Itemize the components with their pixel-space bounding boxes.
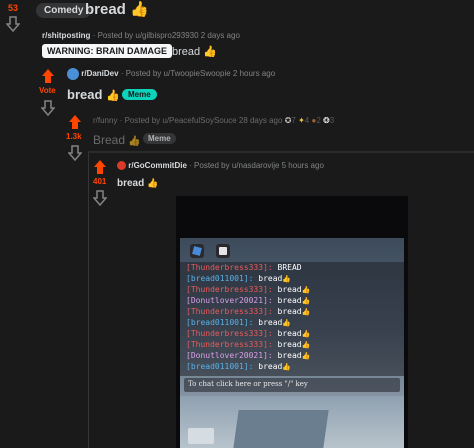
downvote-arrow-icon[interactable]: [67, 145, 83, 166]
chat-text: bread: [258, 318, 283, 327]
chat-toggle-button[interactable]: [216, 244, 230, 258]
chat-username: [Thunderbress333]:: [186, 285, 273, 294]
thumbs-up-icon: 👍: [128, 136, 141, 147]
chat-message: [Thunderbress333]: bread👍: [186, 285, 311, 294]
chat-text: bread: [277, 340, 302, 349]
post5-title-text: bread: [117, 178, 145, 189]
post3-title[interactable]: bread 👍: [67, 87, 120, 102]
chat-username: [Thunderbress333]:: [186, 263, 273, 272]
post1-title-text: bread: [85, 1, 126, 18]
post5-subreddit[interactable]: r/GoCommitDie: [128, 161, 187, 170]
post5-meta-text: · Posted by u/nasdarovije 5 hours ago: [189, 161, 324, 170]
chat-message: [Thunderbress333]: bread👍: [186, 329, 311, 338]
chat-message: [bread011001]: bread👍: [186, 318, 292, 327]
post5-score: 401: [93, 177, 107, 186]
chat-text: bread: [277, 296, 302, 305]
thumbs-up-icon: 👍: [203, 46, 217, 58]
post4-title-text: Bread: [93, 133, 126, 147]
post4-meta-text: r/funny · Posted by u/PeacefulSoySouce 2…: [93, 116, 283, 125]
post1-flair[interactable]: Comedy: [36, 0, 92, 18]
post1-score: 53: [8, 3, 19, 13]
post2-meta: r/shitposting · Posted by u/gilbispro293…: [42, 31, 240, 40]
post1-flair-label: Comedy: [36, 3, 92, 18]
chat-text: bread: [277, 307, 302, 316]
downvote-arrow-icon[interactable]: [40, 100, 56, 121]
chat-message: [bread011001]: bread👍: [186, 362, 292, 371]
chat-message: [Donutlover20021]: bread👍: [186, 351, 311, 360]
downvote-arrow-icon[interactable]: [5, 16, 21, 37]
chat-username: [Donutlover20021]:: [186, 296, 273, 305]
post2-flair[interactable]: WARNING: BRAIN DAMAGE: [42, 44, 172, 58]
award-count: 7: [291, 116, 296, 125]
chat-username: [bread011001]:: [186, 274, 254, 283]
post4-title[interactable]: Bread 👍: [93, 133, 141, 147]
chat-text: bread: [277, 329, 302, 338]
post3-title-text: bread: [67, 87, 103, 102]
chat-username: [bread011001]:: [186, 318, 254, 327]
thumbs-up-icon: 👍: [130, 1, 149, 18]
chat-message: [Thunderbress333]: bread👍: [186, 340, 311, 349]
post3-meta: r/DaniDev · Posted by u/TwoopieSwoopie 2…: [67, 68, 275, 80]
post5-title[interactable]: bread 👍: [117, 178, 158, 189]
vote-label: Vote: [39, 86, 56, 95]
thumbs-up-icon: 👍: [147, 178, 159, 188]
chat-username: [bread011001]:: [186, 362, 254, 371]
chat-text: bread: [277, 351, 302, 360]
chat-input-placeholder: To chat click here or press "/" key: [188, 380, 308, 388]
award-count: 3: [329, 116, 335, 125]
chat-text: bread: [258, 362, 283, 371]
chat-text: bread: [258, 274, 283, 283]
post4-meta: r/funny · Posted by u/PeacefulSoySouce 2…: [93, 116, 334, 125]
award-icon: ❂: [323, 116, 330, 125]
post2-subreddit[interactable]: r/shitposting: [42, 31, 90, 40]
award-count: 4: [304, 116, 310, 125]
award-icon: ✦: [298, 116, 305, 125]
chat-message: [Thunderbress333]: BREAD: [186, 263, 302, 272]
chat-text: BREAD: [277, 263, 302, 272]
post3-subreddit[interactable]: r/DaniDev: [81, 69, 118, 78]
chat-text: bread: [277, 285, 302, 294]
chat-icon: [219, 247, 227, 255]
subreddit-avatar-icon[interactable]: [67, 68, 79, 80]
post1-title[interactable]: bread 👍: [85, 0, 149, 18]
downvote-arrow-icon[interactable]: [92, 190, 108, 211]
chat-window: [Thunderbress333]: BREAD [bread011001]: …: [180, 262, 404, 376]
chat-message: [bread011001]: bread👍: [186, 274, 292, 283]
post3-flair[interactable]: Meme: [122, 89, 157, 100]
post5-meta: r/GoCommitDie · Posted by u/nasdarovije …: [117, 161, 324, 171]
chat-username: [Donutlover20021]:: [186, 351, 273, 360]
post2-meta-text: · Posted by u/gilbispro293930 2 days ago: [92, 31, 240, 40]
post3-meta-text: · Posted by u/TwoopieSwoopie 2 hours ago: [120, 69, 276, 79]
chat-username: [Thunderbress333]:: [186, 340, 273, 349]
chat-message: [Thunderbress333]: bread👍: [186, 307, 311, 316]
roblox-logo-icon: [192, 246, 202, 256]
subreddit-avatar-icon[interactable]: [117, 161, 126, 171]
chat-username: [Thunderbress333]:: [186, 329, 273, 338]
thumbs-up-icon: 👍: [106, 90, 120, 102]
chat-message: [Donutlover20021]: bread👍: [186, 296, 311, 305]
post2-title[interactable]: bread 👍: [172, 45, 217, 58]
award-count: 2: [316, 116, 321, 125]
post-image[interactable]: [Thunderbress333]: BREAD [bread011001]: …: [176, 196, 408, 448]
post4-flair[interactable]: Meme: [143, 133, 176, 144]
post4-score: 1.3k: [66, 132, 82, 141]
chat-username: [Thunderbress333]:: [186, 307, 273, 316]
chat-input[interactable]: To chat click here or press "/" key: [184, 378, 400, 392]
post2-title-text: bread: [172, 46, 201, 58]
menu-button[interactable]: [190, 244, 204, 258]
